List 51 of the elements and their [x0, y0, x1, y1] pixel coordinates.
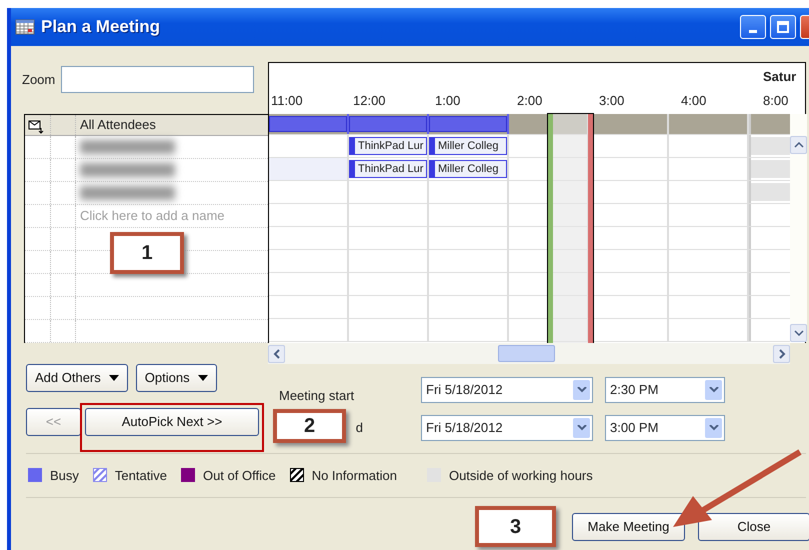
envelope-icon [28, 120, 44, 134]
callout-number: 3 [475, 506, 556, 547]
zoom-label: Zoom [22, 71, 56, 89]
autopick-next-button[interactable]: AutoPick Next >> [85, 408, 259, 436]
maximize-button[interactable] [770, 15, 796, 39]
scroll-right-button[interactable] [773, 344, 790, 362]
meeting-time-selection[interactable] [548, 114, 593, 343]
maximize-icon [777, 21, 789, 33]
start-time-dropdown[interactable]: 2:30 PM [605, 376, 725, 403]
callout-number: 1 [110, 232, 184, 274]
scroll-thumb[interactable] [498, 345, 555, 362]
scroll-left-button[interactable] [268, 344, 285, 362]
add-others-button[interactable]: Add Others [26, 364, 128, 392]
legend-label: Busy [50, 466, 79, 485]
caret-icon [108, 375, 119, 381]
horizontal-scrollbar[interactable] [268, 343, 790, 364]
legend-label: Out of Office [202, 466, 276, 484]
column-header: All Attendees [79, 116, 157, 134]
day-label: Satur [763, 68, 796, 86]
minimize-icon [749, 30, 757, 32]
zoom-field[interactable] [61, 66, 254, 93]
legend-label: No Information [312, 466, 397, 484]
time-label: 11:00 [271, 92, 303, 110]
end-label: d [356, 420, 363, 435]
close-dialog-button[interactable]: Close [698, 513, 809, 541]
callout-number: 2 [273, 409, 346, 443]
calendar-icon [15, 19, 35, 35]
time-label: 1:00 [435, 92, 460, 110]
time-label: 2:00 [517, 92, 542, 110]
start-date-dropdown[interactable]: Fri 5/18/2012 [421, 376, 593, 403]
legend-label: Outside of working hours [448, 466, 593, 485]
caret-icon [198, 375, 208, 381]
time-label: 4:00 [681, 92, 706, 110]
time-label: 3:00 [599, 92, 624, 110]
make-meeting-button[interactable]: Make Meeting [572, 513, 685, 541]
appointment-block: ThinkPad Lur [349, 137, 427, 155]
options-button[interactable]: Options [136, 364, 217, 392]
scroll-down-button[interactable] [790, 324, 807, 342]
legend-label: Tentative [114, 466, 167, 484]
vertical-scrollbar[interactable] [790, 114, 807, 342]
minimize-button[interactable] [740, 15, 766, 39]
appointment-block: ThinkPad Lur [349, 160, 427, 178]
end-date-dropdown[interactable]: Fri 5/18/2012 [421, 414, 593, 440]
window-title: Plan a Meeting [41, 16, 160, 38]
end-time-dropdown[interactable]: 3:00 PM [605, 414, 725, 440]
start-label: Meeting start [279, 387, 356, 405]
scroll-up-button[interactable] [790, 136, 807, 154]
time-label: 8:00 [763, 92, 788, 110]
appointment-block: Miller Colleg [429, 160, 507, 178]
appointment-block: Miller Colleg [429, 137, 507, 155]
time-label: 12:00 [353, 92, 386, 110]
